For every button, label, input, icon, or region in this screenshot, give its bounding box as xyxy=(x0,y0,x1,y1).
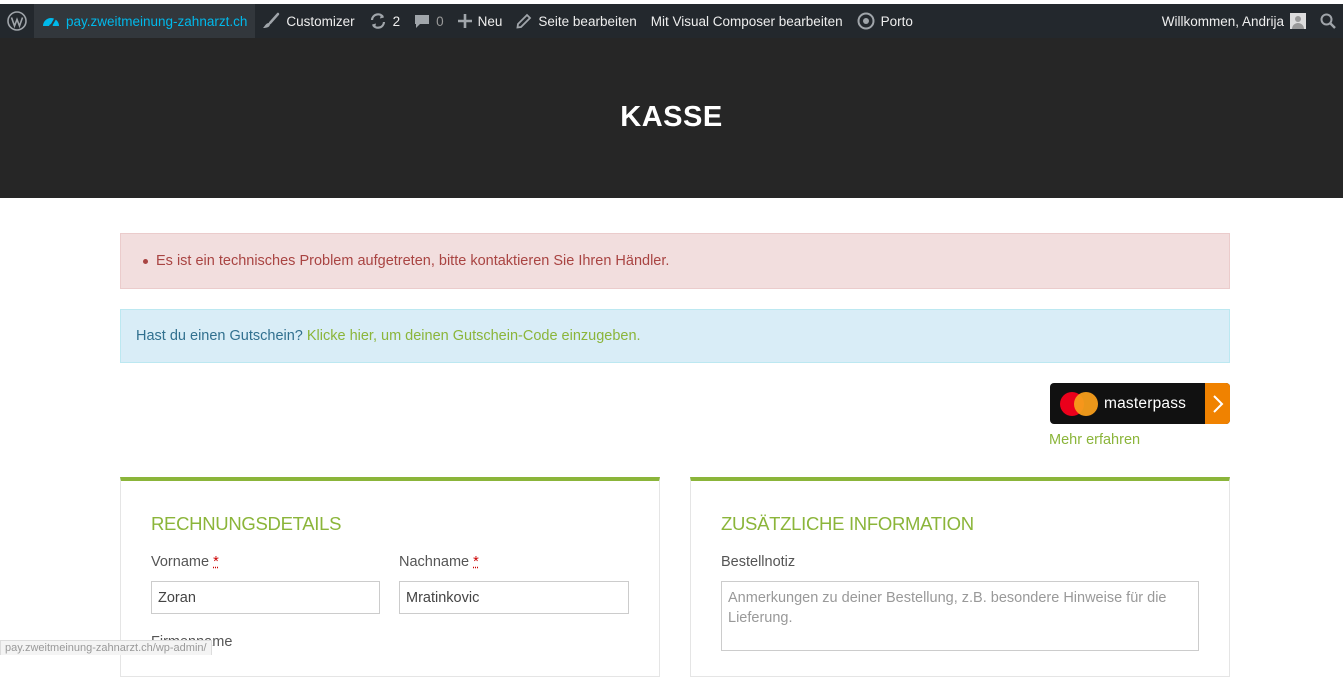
last-name-input[interactable] xyxy=(399,581,629,614)
billing-title: RECHNUNGSDETAILS xyxy=(151,513,342,534)
my-account-menu[interactable]: Willkommen, Andrija xyxy=(1155,4,1313,38)
plus-icon xyxy=(457,14,472,28)
last-name-label: Nachname * xyxy=(399,554,479,570)
wordpress-icon xyxy=(7,11,27,31)
comment-icon xyxy=(415,15,430,28)
customizer-label: Customizer xyxy=(286,13,355,29)
wordpress-menu[interactable] xyxy=(0,4,34,38)
admin-bar: pay.zweitmeinung-zahnarzt.ch Customizer … xyxy=(0,4,1343,38)
error-notice: Es ist ein technisches Problem aufgetret… xyxy=(120,233,1230,289)
comments-link[interactable]: 0 xyxy=(407,4,451,38)
new-content-link[interactable]: Neu xyxy=(451,4,510,38)
error-bullet xyxy=(143,258,148,264)
theme-label: Porto xyxy=(880,13,913,29)
comments-count: 0 xyxy=(436,13,444,29)
coupon-link[interactable]: Klicke hier, um deinen Gutschein-Code ei… xyxy=(307,328,641,344)
page-header: KASSE xyxy=(0,38,1343,198)
welcome-text: Willkommen, Andrija xyxy=(1161,13,1284,29)
coupon-question: Hast du einen Gutschein? xyxy=(136,328,303,344)
visual-composer-link[interactable]: Mit Visual Composer bearbeiten xyxy=(644,4,850,38)
brush-icon xyxy=(263,12,280,28)
browser-status-bar: pay.zweitmeinung-zahnarzt.ch/wp-admin/ xyxy=(0,640,212,655)
additional-title: ZUSÄTZLICHE INFORMATION xyxy=(721,513,974,534)
first-name-input[interactable] xyxy=(151,581,380,614)
avatar xyxy=(1290,13,1306,29)
search-button[interactable] xyxy=(1313,4,1343,38)
updates-icon xyxy=(370,13,385,29)
order-note-textarea[interactable] xyxy=(721,581,1199,651)
required-mark: * xyxy=(213,554,219,570)
error-text: Es ist ein technisches Problem aufgetret… xyxy=(156,253,670,269)
page-title: KASSE xyxy=(620,101,723,133)
site-name-link[interactable]: pay.zweitmeinung-zahnarzt.ch xyxy=(34,4,256,38)
updates-link[interactable]: 2 xyxy=(362,4,408,38)
masterpass-label: masterpass xyxy=(1104,394,1187,412)
search-icon xyxy=(1320,13,1336,29)
edit-page-label: Seite bearbeiten xyxy=(538,13,637,29)
new-label: Neu xyxy=(477,13,503,29)
customizer-link[interactable]: Customizer xyxy=(255,4,361,38)
required-mark: * xyxy=(473,554,479,570)
edit-page-link[interactable]: Seite bearbeiten xyxy=(509,4,643,38)
last-name-label-text: Nachname xyxy=(399,554,470,570)
visual-composer-label: Mit Visual Composer bearbeiten xyxy=(650,13,843,29)
coupon-notice: Hast du einen Gutschein? Klicke hier, um… xyxy=(120,309,1230,363)
masterpass-button[interactable]: masterpass xyxy=(1050,383,1230,424)
additional-information-panel: ZUSÄTZLICHE INFORMATION Bestellnotiz xyxy=(690,477,1230,677)
theme-link[interactable]: Porto xyxy=(850,4,920,38)
dashboard-icon xyxy=(43,18,59,28)
site-name-label: pay.zweitmeinung-zahnarzt.ch xyxy=(66,13,248,29)
mastercard-logo xyxy=(1060,391,1100,416)
pencil-icon xyxy=(516,13,532,29)
updates-count: 2 xyxy=(392,13,401,29)
first-name-label: Vorname * xyxy=(151,554,219,570)
first-name-label-text: Vorname xyxy=(151,554,210,570)
masterpass-learn-more-link[interactable]: Mehr erfahren xyxy=(1049,432,1140,448)
porto-icon xyxy=(857,12,875,30)
order-note-label: Bestellnotiz xyxy=(721,554,796,570)
chevron-right-icon xyxy=(1205,383,1230,424)
